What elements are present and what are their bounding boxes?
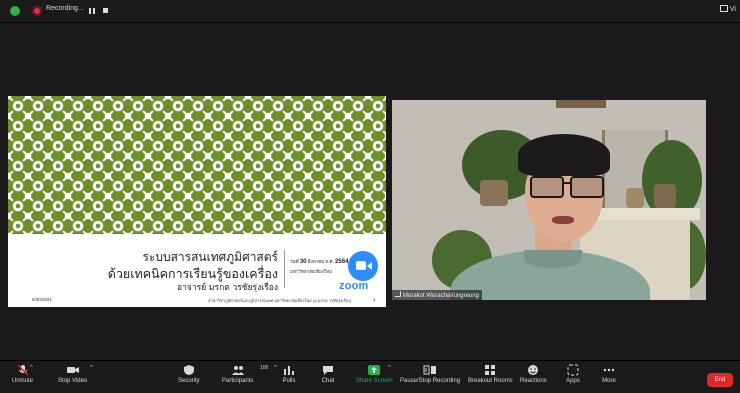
shield-icon xyxy=(182,363,196,375)
participant-name-tag: Morakot Worachairungreung xyxy=(392,290,482,300)
chat-button[interactable]: Chat xyxy=(321,363,335,384)
share-screen-icon xyxy=(367,363,381,375)
view-label: Vi xyxy=(729,6,736,13)
pause-stop-recording-label: Pause/Stop Recording xyxy=(400,378,461,384)
zoom-camera-lens xyxy=(367,262,372,270)
chat-label: Chat xyxy=(321,378,335,384)
security-button[interactable]: Security xyxy=(178,363,200,384)
polls-button[interactable]: Polls xyxy=(282,363,296,384)
participants-label: Participants xyxy=(222,378,254,384)
video-shelf xyxy=(556,100,606,108)
meeting-toolbar: ^ Unmute ^ Stop Video Security 100 ^ Par… xyxy=(0,360,740,393)
chat-icon xyxy=(321,363,335,375)
video-camera-icon xyxy=(66,363,80,375)
stop-video-button[interactable]: ^ Stop Video xyxy=(58,363,93,384)
zoom-camera-body xyxy=(356,261,366,270)
breakout-rooms-icon xyxy=(483,363,497,375)
share-options-caret[interactable]: ^ xyxy=(388,365,391,371)
reactions-icon xyxy=(526,363,540,375)
slide-author: อาจารย์ มรกต วรชัยรุ่งเรือง xyxy=(177,283,278,293)
polls-icon xyxy=(282,363,296,375)
participants-icon xyxy=(231,363,245,375)
top-bar: Recording... Vi xyxy=(0,0,740,22)
reactions-label: Reactions xyxy=(520,378,547,384)
divider xyxy=(0,22,740,23)
glasses-right-lens xyxy=(570,176,604,198)
zoom-logo-icon xyxy=(348,251,378,281)
slide-pattern xyxy=(8,96,386,234)
apps-icon xyxy=(566,363,580,376)
security-label: Security xyxy=(178,378,200,384)
glasses-left-lens xyxy=(530,176,564,198)
slide-footer-date: 8/30/2021 xyxy=(32,297,53,302)
apps-label: Apps xyxy=(566,378,580,384)
breakout-rooms-label: Breakout Rooms xyxy=(468,378,513,384)
share-screen-button[interactable]: ^ Share Screen xyxy=(356,363,393,384)
glasses-bridge xyxy=(562,182,570,184)
slide-divider xyxy=(284,250,285,288)
pause-recording-icon[interactable] xyxy=(89,8,95,14)
zoom-wordmark: zoom xyxy=(339,280,369,292)
view-button[interactable]: Vi xyxy=(719,5,736,13)
apps-button[interactable]: Apps xyxy=(566,363,580,384)
participant-name: Morakot Worachairungreung xyxy=(403,293,479,299)
date-rest: สิงหาคม พ.ศ. xyxy=(307,259,334,264)
breakout-rooms-button[interactable]: Breakout Rooms xyxy=(468,363,513,384)
participants-options-caret[interactable]: ^ xyxy=(274,365,277,371)
stop-recording-icon[interactable] xyxy=(103,8,108,13)
view-grid-icon xyxy=(719,5,728,12)
recording-label: Recording... xyxy=(46,5,84,12)
slide-footer-text: สาขาวิชาภูมิศาสตร์และภูมิสารสนเทศ มหาวิท… xyxy=(208,298,352,303)
more-button[interactable]: More xyxy=(602,363,616,384)
stop-video-label: Stop Video xyxy=(58,378,88,384)
share-screen-label: Share Screen xyxy=(356,378,393,384)
unmute-button[interactable]: ^ Unmute xyxy=(12,363,33,384)
participants-button[interactable]: 100 ^ Participants xyxy=(222,363,277,384)
participant-video[interactable]: Morakot Worachairungreung xyxy=(392,100,706,300)
unmute-options-caret[interactable]: ^ xyxy=(30,365,33,371)
polls-label: Polls xyxy=(282,378,296,384)
participant-count: 100 xyxy=(260,365,269,371)
signal-strength-icon xyxy=(395,291,401,297)
date-prefix: วันที่ xyxy=(290,259,299,264)
pause-stop-recording-icon xyxy=(423,363,437,375)
recording-icon xyxy=(32,6,42,16)
person-collar xyxy=(524,250,582,268)
slide-page-number: 1 xyxy=(373,297,376,302)
shared-slide: ระบบสารสนเทศภูมิศาสตร์ ด้วยเทคนิคการเรีย… xyxy=(8,96,386,307)
more-icon xyxy=(602,363,616,375)
person-hair xyxy=(518,134,610,176)
pause-stop-recording-button[interactable]: Pause/Stop Recording xyxy=(400,363,460,384)
pot-middle xyxy=(626,188,644,208)
date-number: 30 xyxy=(299,259,307,265)
end-meeting-button[interactable]: End xyxy=(707,373,733,387)
person-mouth xyxy=(552,216,574,224)
video-options-caret[interactable]: ^ xyxy=(90,365,93,371)
pot-left xyxy=(480,180,508,206)
pot-right xyxy=(654,184,676,208)
date-year: 2564 xyxy=(335,259,349,265)
slide-date-info: วันที่ 30 สิงหาคม พ.ศ. 2564 xyxy=(290,258,348,265)
unmute-label: Unmute xyxy=(12,378,34,384)
slide-university: มหาวิทยาลัยเชียงใหม่ xyxy=(290,269,333,274)
microphone-muted-icon xyxy=(16,363,30,376)
shield-icon[interactable] xyxy=(10,6,20,16)
more-label: More xyxy=(602,378,616,384)
reactions-button[interactable]: Reactions xyxy=(520,363,547,384)
